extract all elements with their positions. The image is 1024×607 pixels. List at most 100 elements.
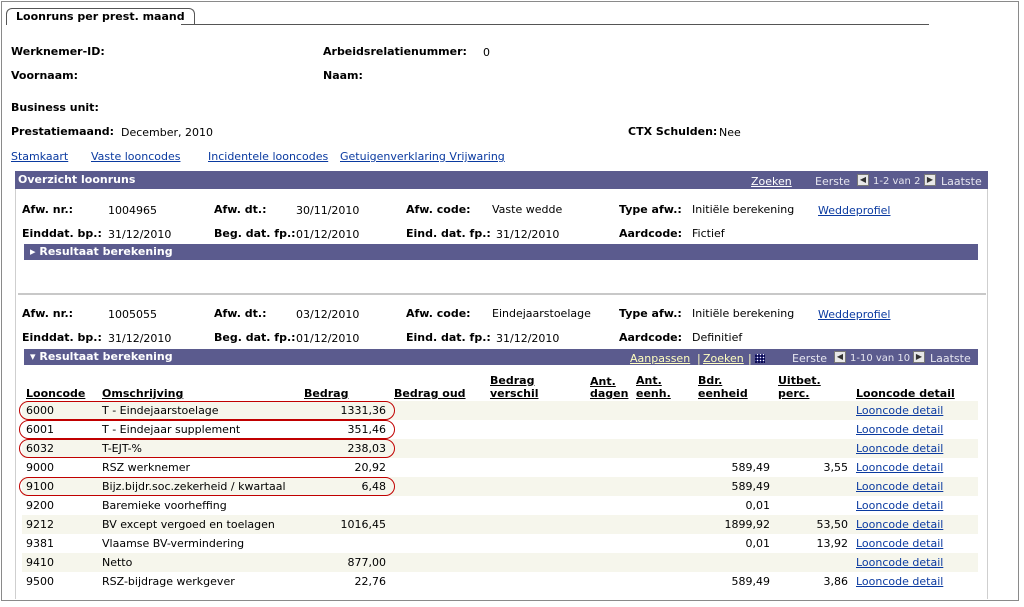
uitbet-perc-cell: 3,86 [823,575,849,588]
looncode-detail-link[interactable]: Looncode detail [856,423,943,436]
looncode-detail-link[interactable]: Looncode detail [856,499,943,512]
ant-dagen-cell [586,572,632,591]
result-zoeken-link[interactable]: Zoeken [703,352,744,365]
run2-type-afw-value: Initiële berekening [692,307,795,320]
link-incidentele-looncodes[interactable]: Incidentele looncodes [208,150,328,163]
looncode-detail-link[interactable]: Looncode detail [856,575,943,588]
table-row: 6001 T - Eindejaar supplement 351,46 Loonco… [22,420,978,439]
looncode-detail-link[interactable]: Looncode detail [856,442,943,455]
looncode-detail-link[interactable]: Looncode detail [856,461,943,474]
run2-afw-dt-value: 03/12/2010 [296,308,360,321]
result-next-icon[interactable]: ▶ [913,350,925,363]
looncode-detail-link[interactable]: Looncode detail [852,534,978,553]
looncode-detail-link[interactable]: Looncode detail [852,401,978,420]
looncode-detail-link[interactable]: Looncode detail [852,515,978,534]
looncode-cell: 9100 [22,477,98,496]
run2-afw-nr-value: 1005055 [108,308,157,321]
looncode-detail-link[interactable]: Looncode detail [852,477,978,496]
tab-loonruns[interactable]: Loonruns per prest. maand [6,8,195,25]
grid-eerste[interactable]: Eerste [815,175,850,188]
grid-range: 1-2 van 2 [873,176,921,187]
run1-beg-dat-fp-label: Beg. dat. fp.: [214,227,296,240]
omschrijving-cell: RSZ-bijdrage werkgever [102,575,235,588]
looncode-detail-link[interactable]: Looncode detail [852,420,978,439]
werknemer-id-label: Werknemer-ID: [11,45,105,58]
col-looncode-detail[interactable]: Looncode detail [852,369,978,401]
looncode-detail-link[interactable]: Looncode detail [852,496,978,515]
col-bedrag[interactable]: Bedrag [300,369,390,401]
run1-einddat-bp-value: 31/12/2010 [108,228,172,241]
col-uitbet-perc[interactable]: Uitbet. perc. [774,369,852,401]
grid-laatste[interactable]: Laatste [941,175,982,188]
collapsed-arrow-icon: ▸ [30,245,40,258]
col-bedrag-verschil[interactable]: Bedrag verschil [486,369,586,401]
run2-eind-dat-fp-value: 31/12/2010 [496,332,560,345]
bedrag-cell: 1016,45 [300,515,390,534]
bdr-eenheid-cell: 589,49 [731,461,771,474]
looncode-detail-link[interactable]: Looncode detail [856,537,943,550]
bdr-eenheid-cell: 0,01 [745,499,771,512]
looncode-detail-link[interactable]: Looncode detail [852,553,978,572]
run1-resultaat-bar[interactable]: ▸ Resultaat berekening [24,244,978,260]
bedrag-oud-cell [390,401,486,420]
bdr-eenheid-cell [694,553,774,572]
naam-label: Naam: [323,69,363,82]
grid-view-icon[interactable] [755,351,765,364]
run1-aardcode-value: Fictief [692,227,725,240]
run2-resultaat-bar[interactable]: ▾ Resultaat berekening Aanpassen | Zoeke… [24,349,978,365]
bedrag-oud-cell [390,496,486,515]
run2-weddeprofiel-link[interactable]: Weddeprofiel [818,308,890,321]
table-row: 9100 Bijz.bijdr.soc.zekerheid / kwartaal 6… [22,477,978,496]
looncode-detail-link[interactable]: Looncode detail [856,518,943,531]
ant-dagen-cell [586,515,632,534]
col-looncode[interactable]: Looncode [22,369,98,401]
aanpassen-link[interactable]: Aanpassen [630,352,690,365]
bedrag-verschil-cell [486,420,586,439]
col-ant-eenh[interactable]: Ant. eenh. [632,369,694,401]
run2-aardcode-value: Definitief [692,331,743,344]
run2-afw-code-label: Afw. code: [406,307,471,320]
col-ant-dagen[interactable]: Ant. dagen [586,369,632,401]
run2-afw-nr-label: Afw. nr.: [22,307,74,320]
looncode-detail-link[interactable]: Looncode detail [852,458,978,477]
grid-prev-icon[interactable]: ◀ [857,173,869,186]
bdr-eenheid-cell [694,401,774,420]
bedrag-oud-cell [390,534,486,553]
looncode-detail-link[interactable]: Looncode detail [856,556,943,569]
run1-weddeprofiel-link[interactable]: Weddeprofiel [818,204,890,217]
bdr-eenheid-cell: 589,49 [694,477,774,496]
uitbet-perc-cell [774,496,852,515]
arbeidsrelatie-value: 0 [483,46,490,59]
looncode-detail-link[interactable]: Looncode detail [856,480,943,493]
omschrijving-cell: Baremieke voorheffing [102,499,227,512]
omschrijving-cell: Netto [98,553,300,572]
looncode-detail-link[interactable]: Looncode detail [856,404,943,417]
looncode-detail-link[interactable]: Looncode detail [852,439,978,458]
col-omschrijving[interactable]: Omschrijving [98,369,300,401]
uitbet-perc-cell: 3,55 [823,461,849,474]
result-laatste[interactable]: Laatste [930,352,971,365]
result-eerste[interactable]: Eerste [792,352,827,365]
col-bedrag-oud[interactable]: Bedrag oud [390,369,486,401]
bedrag-oud-cell [390,515,486,534]
bedrag-cell: 22,76 [354,575,387,588]
looncode-detail-link[interactable]: Looncode detail [852,572,978,591]
grid-next-icon[interactable]: ▶ [924,173,936,186]
bedrag-oud-cell [390,458,486,477]
link-vaste-looncodes[interactable]: Vaste looncodes [91,150,180,163]
looncode-cell: 9000 [26,461,54,474]
ant-eenh-cell [632,572,694,591]
omschrijving-cell: BV except vergoed en toelagen [98,515,300,534]
grid-zoeken-link[interactable]: Zoeken [751,175,792,188]
uitbet-perc-cell [774,477,852,496]
link-getuigenverklaring[interactable]: Getuigenverklaring Vrijwaring [340,150,505,163]
link-stamkaart[interactable]: Stamkaart [11,150,68,163]
ctx-schulden-label: CTX Schulden: [628,125,718,138]
looncode-cell: 6001 [26,423,54,436]
result-prev-icon[interactable]: ◀ [834,350,846,363]
ant-eenh-cell [632,477,694,496]
col-bdr-eenheid[interactable]: Bdr. eenheid [694,369,774,401]
ant-dagen-cell [586,553,632,572]
grid-header-overzicht-loonruns: Overzicht loonruns Zoeken Eerste ◀ 1-2 v… [15,171,988,189]
bdr-eenheid-cell: 0,01 [745,537,771,550]
